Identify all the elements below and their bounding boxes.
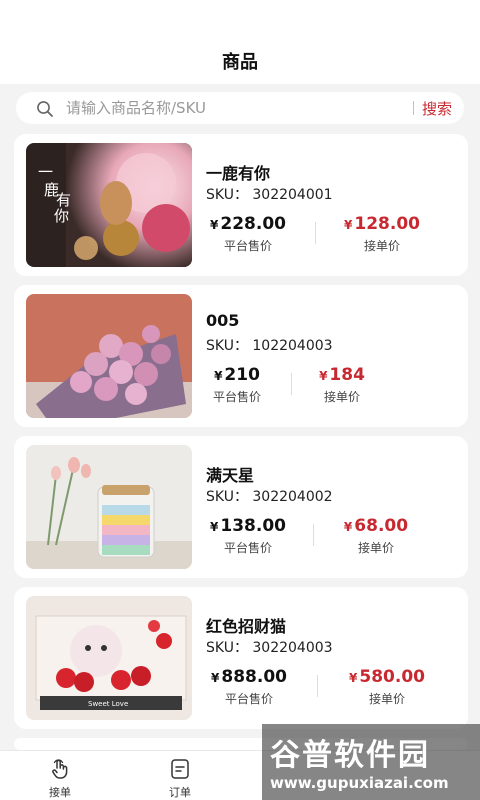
product-sku: SKU： 302204003 — [206, 640, 333, 656]
platform-price-label: 平台售价 — [224, 692, 273, 706]
order-price: ¥128.00 — [344, 214, 420, 234]
order-price: ¥68.00 — [343, 516, 409, 536]
order-price: ¥580.00 — [349, 667, 425, 687]
order-list-icon — [171, 759, 189, 779]
order-price-label: 接单价 — [363, 239, 400, 253]
order-price-block: ¥68.00 接单价 — [338, 516, 414, 556]
platform-price-block: ¥888.00 平台售价 — [206, 667, 292, 707]
platform-price: ¥888.00 — [211, 667, 287, 687]
tab-label: 接单 — [49, 786, 71, 799]
product-name: 005 — [206, 311, 240, 330]
platform-price: ¥228.00 — [210, 214, 286, 234]
platform-price-label: 平台售价 — [223, 239, 272, 253]
product-name: 红色招财猫 — [206, 617, 287, 636]
order-price-label: 接单价 — [323, 390, 360, 404]
product-name: 满天星 — [206, 466, 255, 485]
product-card[interactable]: 一 鹿 有 你 一鹿有你 SKU： 302204001 ¥228.00 平台售价… — [14, 134, 468, 276]
image-text: 一 — [38, 163, 53, 181]
watermark-url: www.gupuxiazai.com — [270, 774, 449, 792]
search-input[interactable] — [66, 96, 396, 120]
product-card[interactable]: 满天星 SKU： 302204002 ¥138.00 平台售价 ¥68.00 接… — [14, 436, 468, 578]
product-sku: SKU： 302204001 — [206, 187, 333, 203]
product-sku: SKU： 302204002 — [206, 489, 333, 505]
search-bar[interactable]: 搜索 — [16, 92, 464, 124]
product-image: 一 鹿 有 你 — [26, 143, 192, 267]
product-image — [26, 445, 192, 569]
platform-price-label: 平台售价 — [223, 541, 272, 555]
order-price-block: ¥580.00 接单价 — [344, 667, 430, 707]
order-price: ¥184 — [319, 365, 365, 385]
order-price-label: 接单价 — [357, 541, 394, 555]
platform-price-block: ¥210 平台售价 — [204, 365, 270, 405]
product-image: Sweet Love — [26, 596, 192, 720]
tab-orders[interactable]: 订单 — [150, 757, 210, 800]
price-divider — [313, 524, 314, 546]
search-button[interactable]: 搜索 — [422, 98, 452, 119]
image-text: 你 — [54, 207, 69, 225]
price-divider — [317, 675, 318, 697]
tab-receive-orders[interactable]: 接单 — [30, 757, 90, 800]
platform-price-block: ¥228.00 平台售价 — [208, 214, 288, 254]
platform-price: ¥138.00 — [210, 516, 286, 536]
order-price-block: ¥184 接单价 — [312, 365, 372, 405]
watermark: 谷普软件园 www.gupuxiazai.com — [262, 724, 480, 800]
tab-label: 订单 — [169, 786, 191, 799]
search-divider — [413, 101, 414, 115]
product-card[interactable]: 005 SKU： 102204003 ¥210 平台售价 ¥184 接单价 — [14, 285, 468, 427]
watermark-title: 谷普软件园 — [270, 738, 430, 773]
search-area: 搜索 — [0, 84, 480, 130]
product-image — [26, 294, 192, 418]
platform-price-label: 平台售价 — [212, 390, 261, 404]
image-text: Sweet Love — [88, 700, 128, 708]
hand-tap-icon — [52, 759, 68, 779]
price-divider — [315, 222, 316, 244]
product-sku: SKU： 102204003 — [206, 338, 333, 354]
order-price-block: ¥128.00 接单价 — [340, 214, 424, 254]
app-header: 商品 — [0, 0, 480, 84]
search-icon — [37, 101, 53, 117]
platform-price: ¥210 — [214, 365, 260, 385]
product-name: 一鹿有你 — [206, 164, 271, 183]
product-card[interactable]: Sweet Love 红色招财猫 SKU： 302204003 ¥888.00 … — [14, 587, 468, 729]
order-price-label: 接单价 — [368, 692, 405, 706]
price-divider — [291, 373, 292, 395]
page-title: 商品 — [222, 52, 258, 73]
platform-price-block: ¥138.00 平台售价 — [206, 516, 290, 556]
